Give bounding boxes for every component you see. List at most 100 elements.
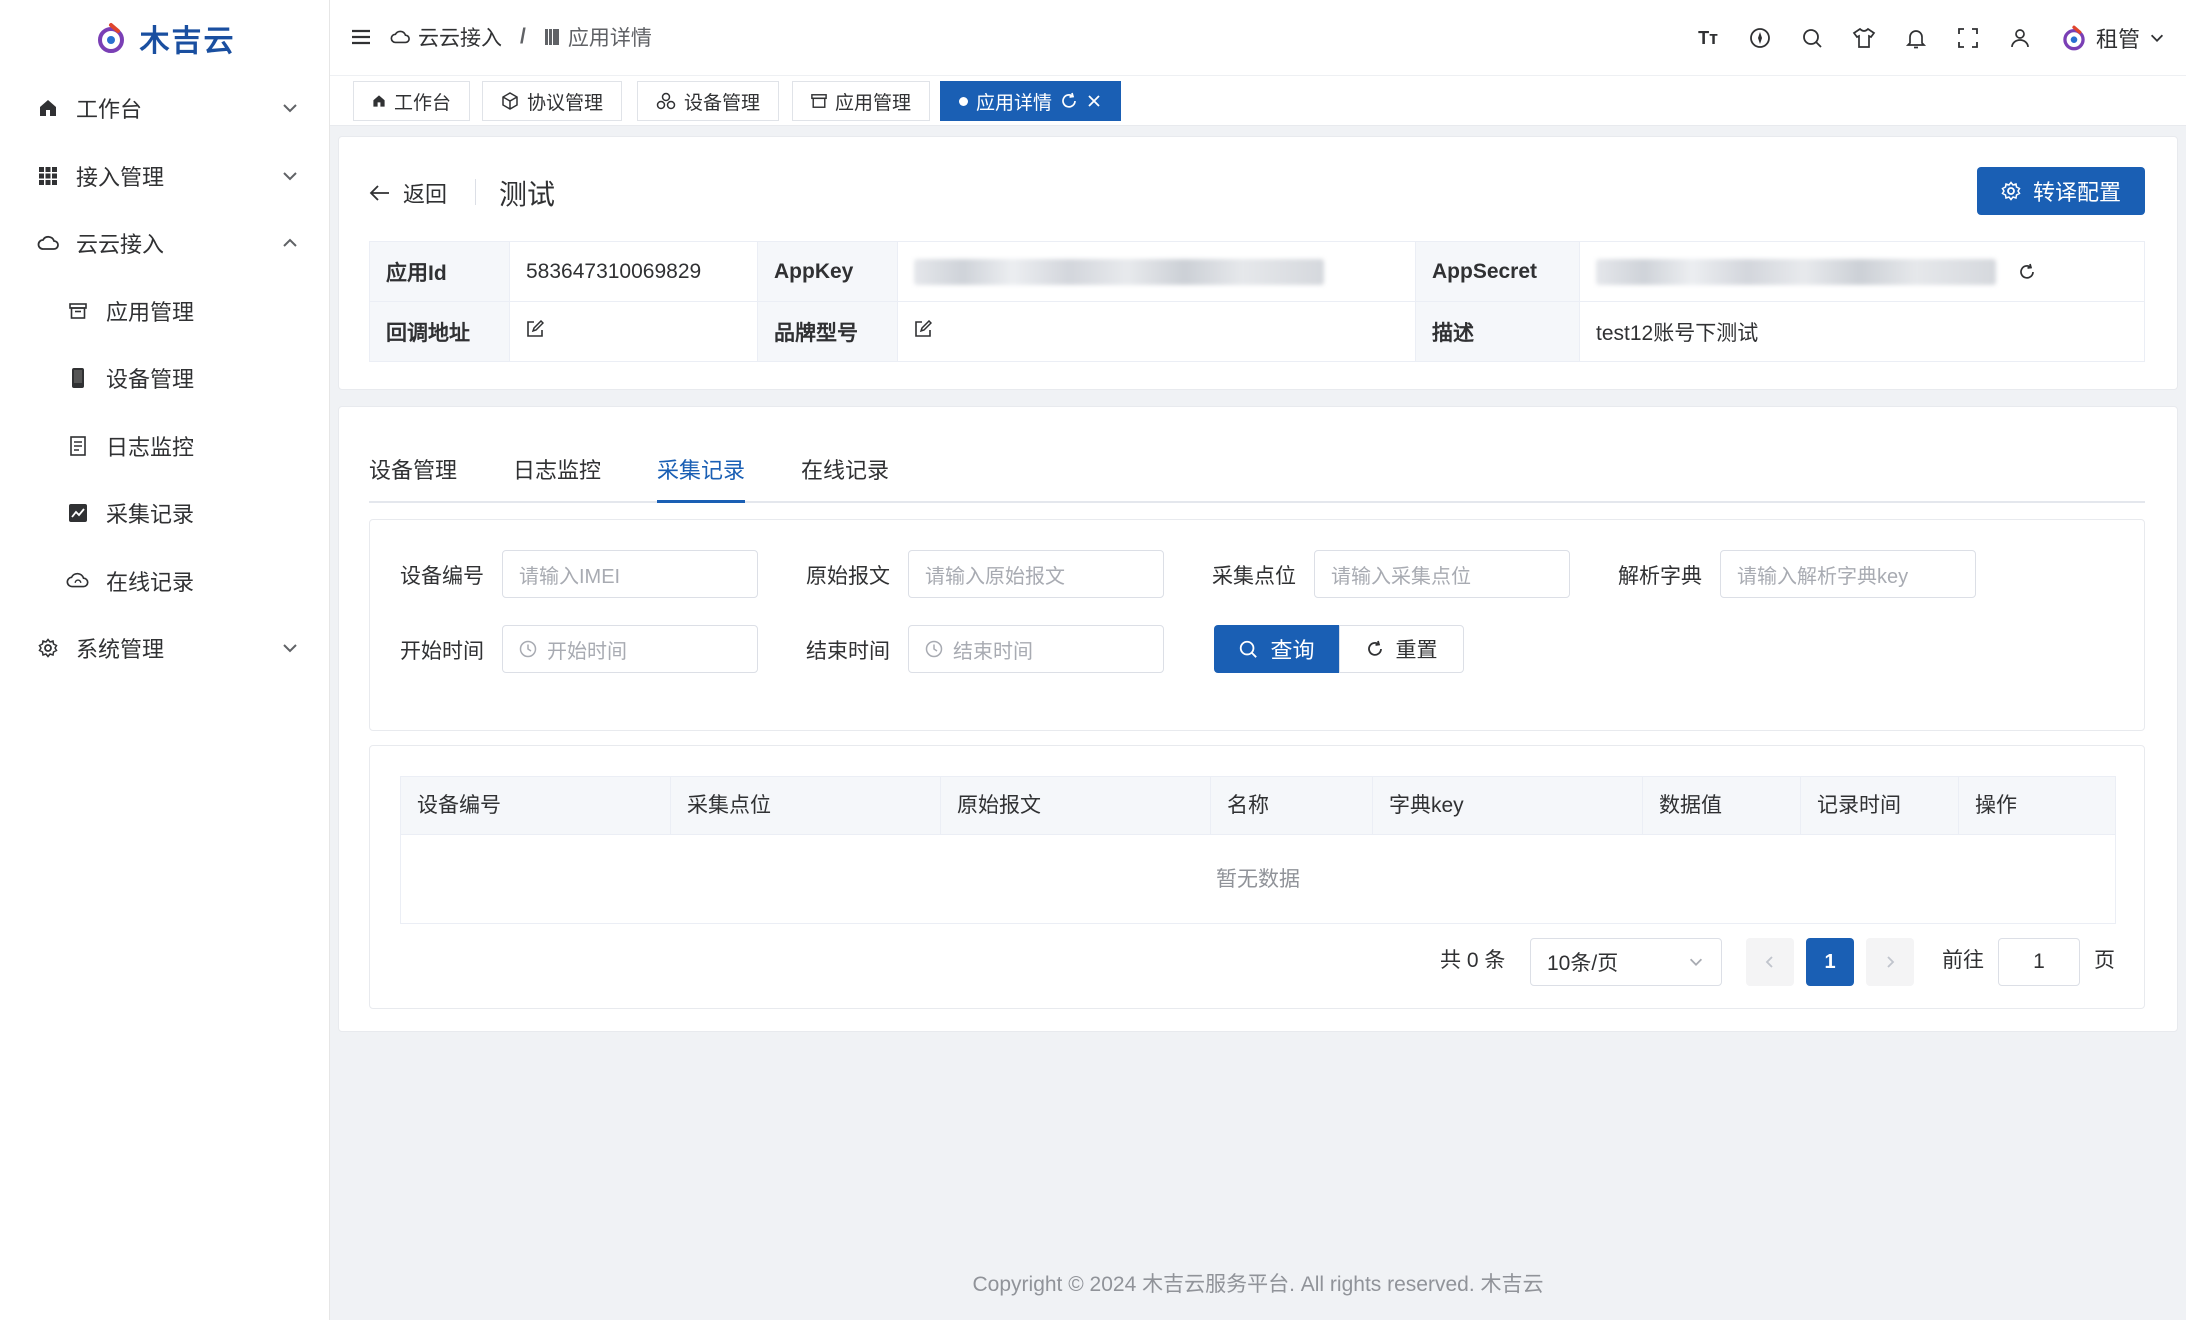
tag-device[interactable]: 设备管理 <box>637 81 780 121</box>
compass-icon[interactable] <box>1748 26 1772 50</box>
column-header: 原始报文 <box>941 777 1211 835</box>
sidebar-item-online-records[interactable]: 在线记录 <box>0 551 330 611</box>
sidebar-item-log-monitor[interactable]: 日志监控 <box>0 416 330 476</box>
button-label: 查询 <box>1270 638 1315 663</box>
records-card: 设备管理 日志监控 采集记录 在线记录 设备编号 请输入IMEI 原始报文 请输… <box>338 406 2178 1032</box>
sidebar-item-label: 云云接入 <box>76 232 165 257</box>
app-id-value: 583647310069829 <box>509 241 758 302</box>
sidebar-item-access[interactable]: 接入管理 <box>0 146 330 206</box>
tab-collect-records[interactable]: 采集记录 <box>657 451 746 503</box>
total-count: 共 0 条 <box>1440 949 1506 972</box>
close-icon[interactable] <box>1086 93 1102 109</box>
sidebar-item-collect-records[interactable]: 采集记录 <box>0 483 330 543</box>
chevron-right-icon <box>1887 956 1895 968</box>
page-size-value: 10条/页 <box>1547 952 1619 975</box>
tag-app-detail[interactable]: 应用详情 <box>940 81 1122 121</box>
shirt-icon[interactable] <box>1852 26 1876 50</box>
cloud-icon <box>36 231 60 255</box>
reset-button[interactable]: 重置 <box>1339 625 1464 673</box>
callback-value <box>509 301 758 362</box>
chevron-down-icon <box>1689 958 1703 966</box>
breadcrumb-item[interactable]: 云云接入 <box>418 22 502 52</box>
active-dot <box>959 96 968 106</box>
start-time-input[interactable]: 开始时间 <box>502 625 758 673</box>
sidebar-item-system[interactable]: 系统管理 <box>0 618 330 678</box>
appsecret-label: AppSecret <box>1415 241 1580 302</box>
column-header: 记录时间 <box>1801 777 1959 835</box>
book-icon <box>544 29 559 45</box>
tab-device-manage[interactable]: 设备管理 <box>369 451 457 503</box>
empty-state: 暂无数据 <box>1216 868 1300 891</box>
menu-toggle-icon[interactable] <box>350 26 372 48</box>
column-header: 数据值 <box>1643 777 1801 835</box>
table-header: 设备编号 采集点位 原始报文 名称 字典key 数据值 记录时间 操作 <box>401 777 2115 835</box>
sidebar-item-cloud[interactable]: 云云接入 <box>0 213 330 273</box>
app-detail-card: 返回 测试 转译配置 应用Id 583647310069829 AppKey A… <box>338 136 2178 390</box>
column-header: 操作 <box>1975 794 2017 817</box>
sidebar: 木吉云 工作台 接入管理 云云接入 应用管理 设备管理 日志监控 采集记录 在线… <box>0 0 330 1320</box>
next-page-button[interactable] <box>1866 938 1914 986</box>
refresh-icon[interactable] <box>2018 263 2036 281</box>
breadcrumb-current: 应用详情 <box>567 27 652 50</box>
chevron-down-icon <box>2150 34 2164 42</box>
dict-label: 解析字典 <box>1618 565 1702 588</box>
tag-app-manage[interactable]: 应用管理 <box>792 81 931 121</box>
raw-message-input[interactable]: 请输入原始报文 <box>908 550 1164 598</box>
chevron-left-icon <box>1765 956 1773 968</box>
sidebar-item-device-manage[interactable]: 设备管理 <box>0 348 330 408</box>
imei-input[interactable]: 请输入IMEI <box>502 550 758 598</box>
tag-label: 工作台 <box>394 92 452 114</box>
gear-icon <box>2001 181 2021 201</box>
tab-online-records[interactable]: 在线记录 <box>801 451 889 503</box>
search-icon[interactable] <box>1800 26 1824 50</box>
page-size-select[interactable]: 10条/页 <box>1530 938 1722 986</box>
appkey-value <box>897 241 1416 302</box>
end-time-input[interactable]: 结束时间 <box>908 625 1164 673</box>
sidebar-item-app-manage[interactable]: 应用管理 <box>0 281 330 341</box>
tab-log-monitor[interactable]: 日志监控 <box>513 451 601 503</box>
button-label: 重置 <box>1395 639 1438 662</box>
page-title: 测试 <box>499 179 556 210</box>
sidebar-item-label: 设备管理 <box>106 367 195 392</box>
sidebar-item-label: 日志监控 <box>106 435 195 460</box>
raw-message-label: 原始报文 <box>806 565 890 588</box>
collect-point-input[interactable]: 请输入采集点位 <box>1314 550 1570 598</box>
tag-protocol[interactable]: 协议管理 <box>482 81 623 121</box>
back-button[interactable]: 返回 <box>369 177 447 209</box>
divider <box>475 179 476 205</box>
prev-page-button[interactable] <box>1746 938 1794 986</box>
dict-input[interactable]: 请输入解析字典key <box>1720 550 1976 598</box>
column-header: 采集点位 <box>671 777 941 835</box>
user-icon[interactable] <box>2008 26 2032 50</box>
translate-config-button[interactable]: 转译配置 <box>1977 167 2145 215</box>
goto-label: 前往 <box>1942 949 1984 972</box>
tags-bar: 工作台 协议管理 设备管理 应用管理 应用详情 <box>330 76 2186 126</box>
page-number-button[interactable]: 1 <box>1806 938 1854 986</box>
edit-icon[interactable] <box>526 319 545 338</box>
description-value: test12账号下测试 <box>1579 301 2145 362</box>
refresh-icon[interactable] <box>1060 92 1078 110</box>
tag-workbench[interactable]: 工作台 <box>353 81 471 121</box>
bell-icon[interactable] <box>1904 26 1928 50</box>
refresh-icon <box>1367 640 1382 656</box>
query-button[interactable]: 查询 <box>1214 625 1339 673</box>
chevron-down-icon <box>283 104 297 113</box>
goto-page-input[interactable]: 1 <box>1998 938 2080 986</box>
chevron-up-icon <box>283 238 297 247</box>
grid-icon <box>36 164 60 188</box>
font-size-icon[interactable]: Tт <box>1696 26 1720 50</box>
fullscreen-icon[interactable] <box>1956 26 1980 50</box>
phone-icon <box>66 366 90 390</box>
sidebar-item-label: 采集记录 <box>106 502 195 527</box>
column-header: 设备编号 <box>401 777 671 835</box>
search-icon <box>1240 640 1258 658</box>
edit-icon[interactable] <box>914 319 933 338</box>
user-menu[interactable]: 租管 <box>2060 22 2166 54</box>
callback-label: 回调地址 <box>369 301 510 362</box>
chart-icon <box>66 501 90 525</box>
placeholder: 请输入解析字典key <box>1737 565 1909 588</box>
placeholder: 请输入IMEI <box>519 565 621 588</box>
avatar <box>2063 25 2085 51</box>
sidebar-item-workbench[interactable]: 工作台 <box>0 78 330 138</box>
logo[interactable]: 木吉云 <box>0 0 329 76</box>
